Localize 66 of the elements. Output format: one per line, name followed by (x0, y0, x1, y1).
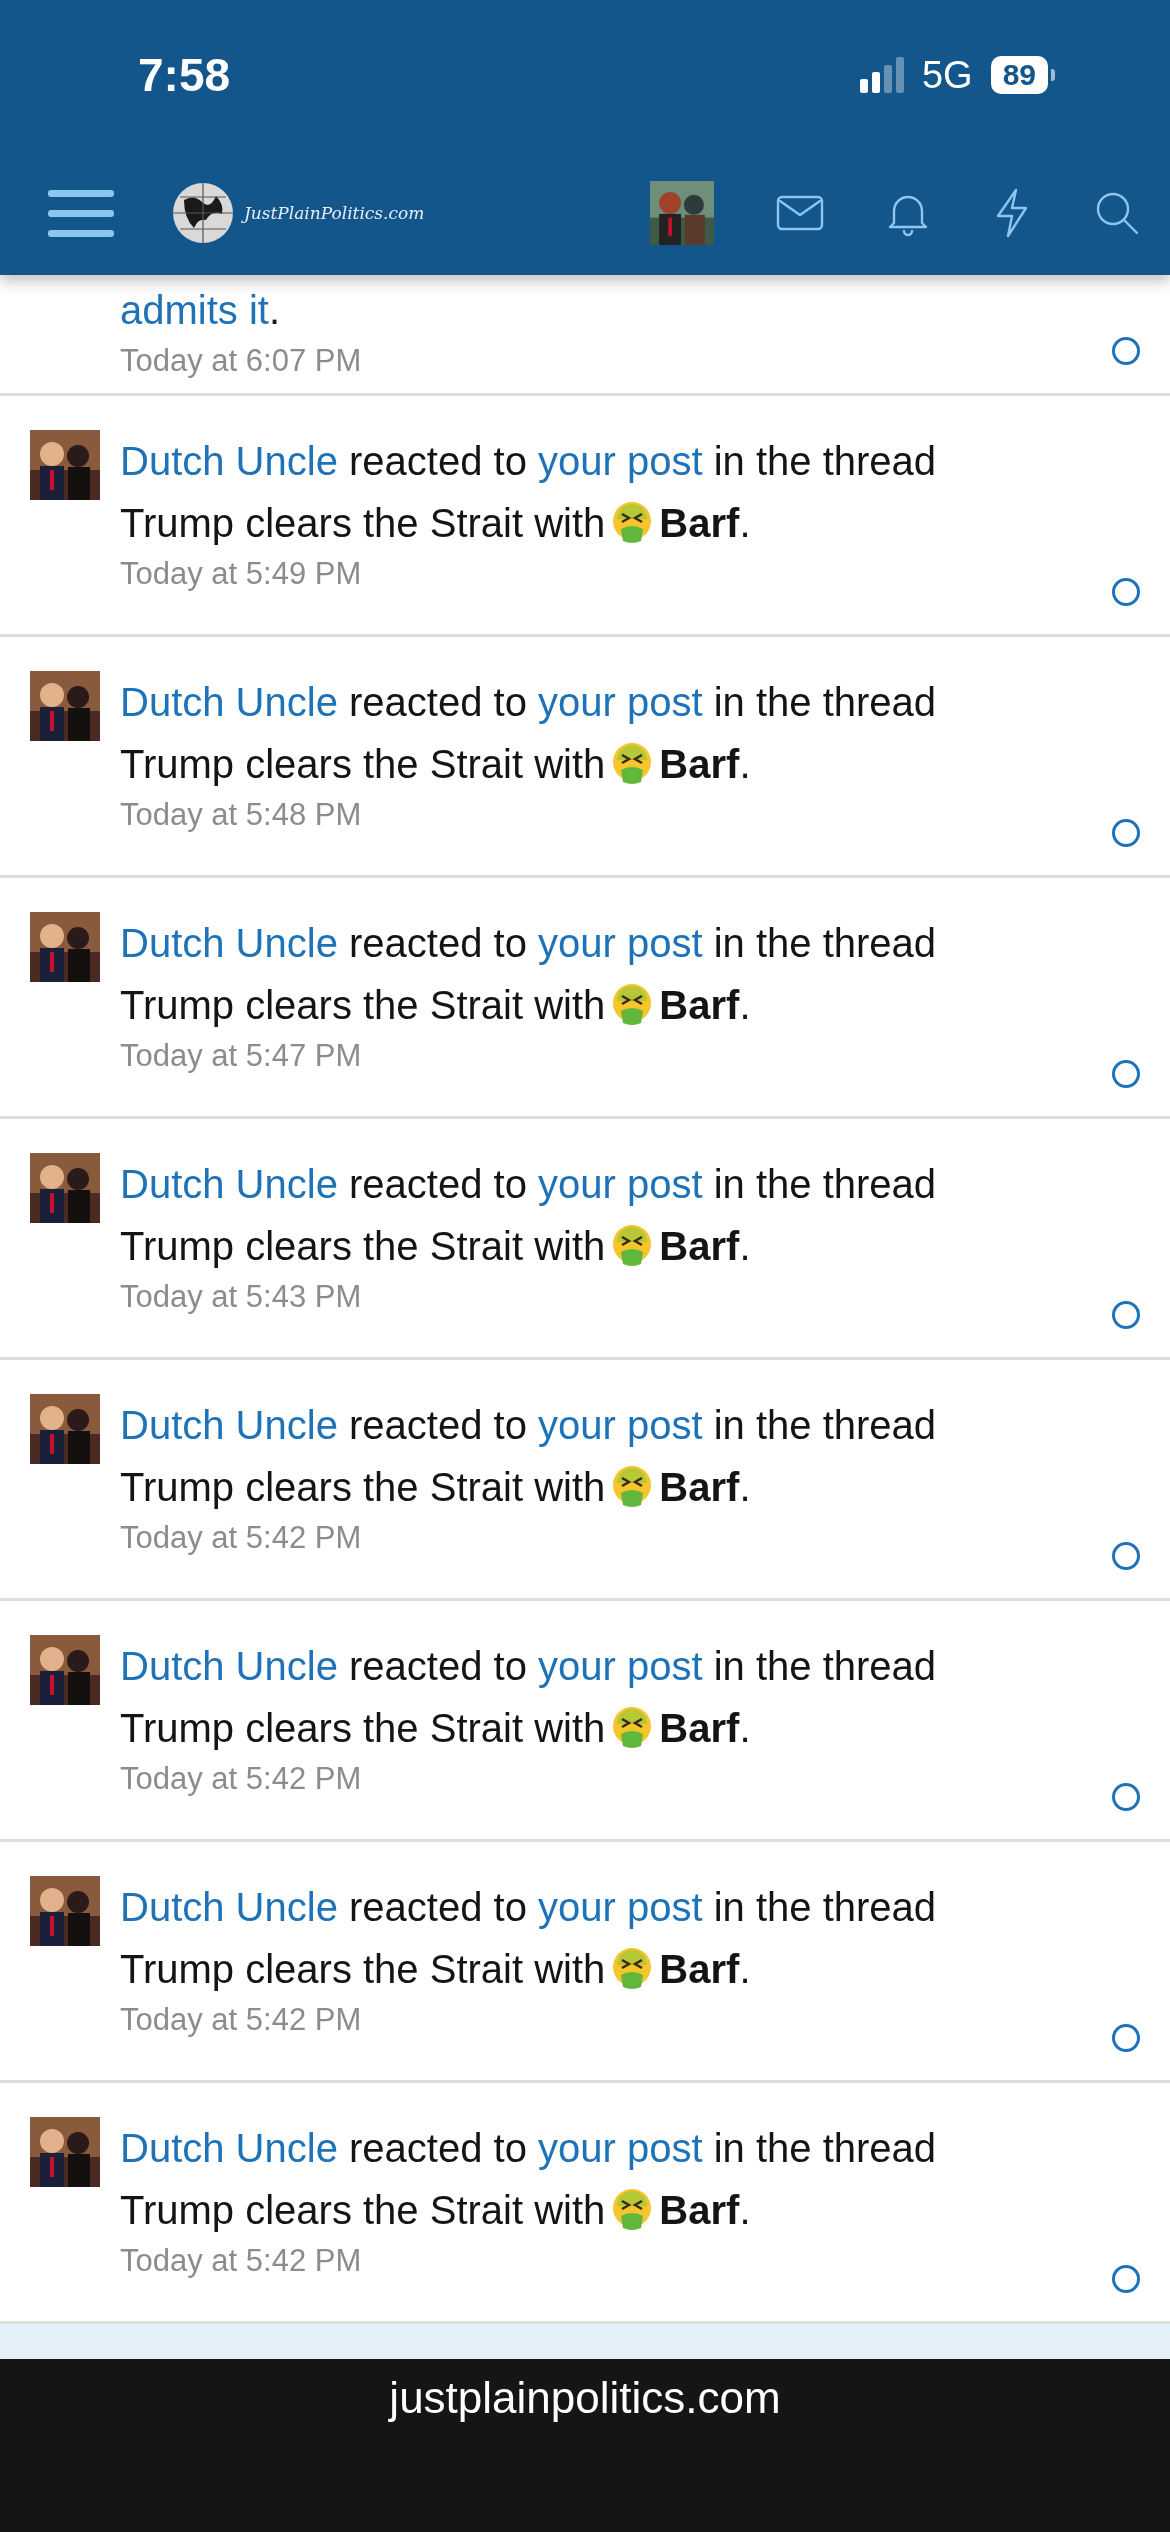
unread-indicator[interactable] (1112, 1783, 1140, 1811)
alert-row[interactable]: admits it. Today at 6:07 PM (0, 275, 1170, 396)
alert-row[interactable]: Dutch Uncle reacted to your post in the thread Trump clears the Strait with Barf. Today at 5:48 PM (0, 637, 1170, 878)
alert-time: Today at 5:48 PM (120, 796, 363, 834)
unread-indicator[interactable] (1112, 1542, 1140, 1570)
vomiting-face-icon (611, 2188, 654, 2232)
user-link[interactable]: Dutch Uncle (120, 680, 338, 724)
network-label: 5G (921, 53, 973, 97)
alert-row[interactable]: Dutch Uncle reacted to your post in the thread Trump clears the Strait with Barf. Today at 5:49 PM (0, 396, 1170, 637)
alert-text: admits it. (120, 287, 282, 334)
post-link[interactable]: your post (538, 1885, 703, 1929)
vomiting-face-icon (611, 742, 654, 786)
vomiting-face-icon (611, 1465, 654, 1509)
user-link[interactable]: Dutch Uncle (120, 2126, 338, 2170)
post-link[interactable]: your post (538, 680, 703, 724)
alert-row[interactable]: Dutch Uncle reacted to your post in the thread Trump clears the Strait with Barf. Today at 5:43 PM (0, 1119, 1170, 1360)
user-link[interactable]: Dutch Uncle (120, 1403, 338, 1447)
post-link[interactable]: your post (538, 921, 703, 965)
post-link[interactable]: your post (538, 439, 703, 483)
unread-indicator[interactable] (1112, 1301, 1140, 1329)
alert-row[interactable]: Dutch Uncle reacted to your post in the thread Trump clears the Strait with Barf. Today at 5:47 PM (0, 878, 1170, 1119)
battery-level: 89 (990, 56, 1048, 94)
post-link[interactable]: your post (538, 1403, 703, 1447)
unread-indicator[interactable] (1112, 2024, 1140, 2052)
alert-text: Dutch Uncle reacted to your post in the thread Trump clears the Strait with Barf. (120, 679, 938, 788)
alert-text: Dutch Uncle reacted to your post in the thread Trump clears the Strait with Barf. (120, 2125, 938, 2234)
unread-indicator[interactable] (1112, 2265, 1140, 2293)
alert-text: Dutch Uncle reacted to your post in the thread Trump clears the Strait with Barf. (120, 920, 938, 1029)
alert-time: Today at 5:43 PM (120, 1278, 363, 1316)
post-link[interactable]: your post (538, 2126, 703, 2170)
vomiting-face-icon (611, 983, 654, 1027)
alert-row[interactable]: Dutch Uncle reacted to your post in the thread Trump clears the Strait with Barf. Today at 5:42 PM (0, 1360, 1170, 1601)
alert-time: Today at 5:47 PM (120, 1037, 363, 1075)
thread-link[interactable]: admits it (120, 288, 269, 332)
alert-time: Today at 5:42 PM (120, 1760, 363, 1798)
user-link[interactable]: Dutch Uncle (120, 1644, 338, 1688)
alert-text: Dutch Uncle reacted to your post in the thread Trump clears the Strait with Barf. (120, 1402, 938, 1511)
vomiting-face-icon (611, 1706, 654, 1750)
alert-text: Dutch Uncle reacted to your post in the thread Trump clears the Strait with Barf. (120, 1643, 938, 1752)
signal-icon (859, 57, 904, 93)
site-domain: justplainpolitics.com (389, 2372, 781, 2424)
alert-text: Dutch Uncle reacted to your post in the thread Trump clears the Strait with Barf. (120, 1161, 938, 1270)
vomiting-face-icon (611, 501, 654, 545)
globe-icon (172, 181, 234, 244)
alert-time: Today at 5:42 PM (120, 1519, 363, 1557)
user-link[interactable]: Dutch Uncle (120, 921, 338, 965)
alert-row[interactable]: Dutch Uncle reacted to your post in the thread Trump clears the Strait with Barf. Today at 5:42 PM (0, 1842, 1170, 2083)
user-link[interactable]: Dutch Uncle (120, 1162, 338, 1206)
alert-time: Today at 5:49 PM (120, 555, 363, 593)
user-link[interactable]: Dutch Uncle (120, 1885, 338, 1929)
alert-row[interactable]: Dutch Uncle reacted to your post in the thread Trump clears the Strait with Barf. Today at 5:42 PM (0, 1601, 1170, 1842)
vomiting-face-icon (611, 1224, 654, 1268)
unread-indicator[interactable] (1112, 819, 1140, 847)
unread-indicator[interactable] (1112, 1060, 1140, 1088)
post-link[interactable]: your post (538, 1162, 703, 1206)
vomiting-face-icon (611, 1947, 654, 1991)
unread-indicator[interactable] (1112, 337, 1140, 365)
post-link[interactable]: your post (538, 1644, 703, 1688)
alert-time: Today at 5:42 PM (120, 2242, 363, 2280)
alert-time: Today at 5:42 PM (120, 2001, 363, 2039)
alert-text: Dutch Uncle reacted to your post in the thread Trump clears the Strait with Barf. (120, 438, 938, 547)
user-link[interactable]: Dutch Uncle (120, 439, 338, 483)
alert-time: Today at 6:07 PM (120, 342, 363, 380)
alert-text: Dutch Uncle reacted to your post in the thread Trump clears the Strait with Barf. (120, 1884, 938, 1993)
unread-indicator[interactable] (1112, 578, 1140, 606)
status-time: 7:58 (138, 48, 231, 102)
